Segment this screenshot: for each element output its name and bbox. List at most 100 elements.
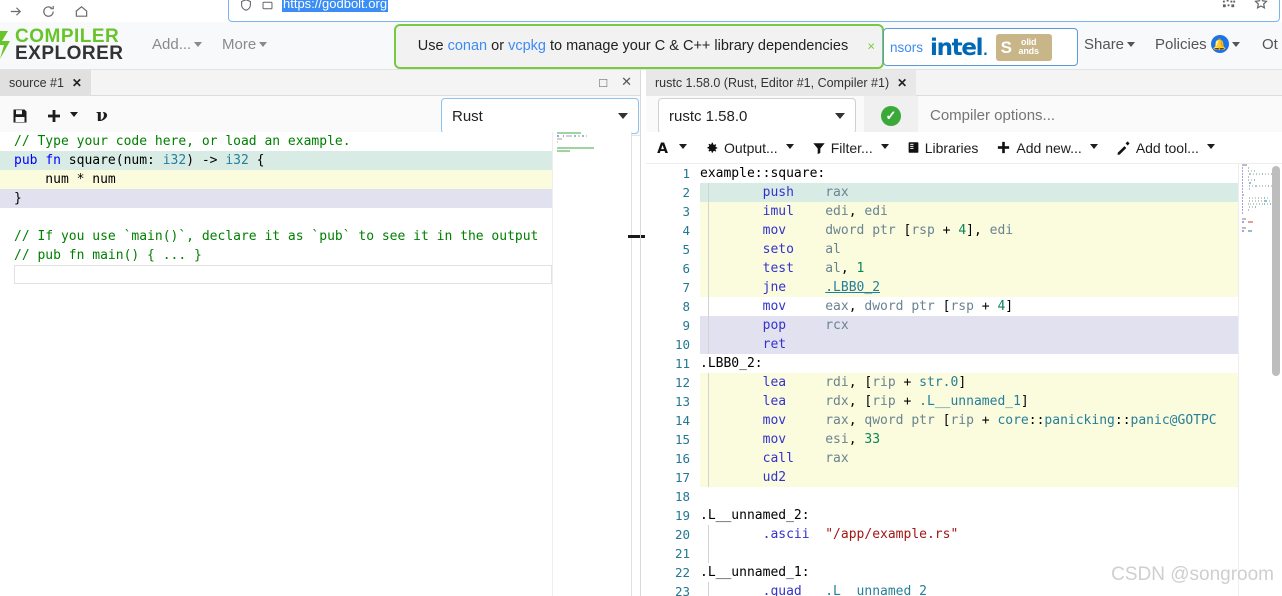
pane-splitter-handle[interactable] [628, 235, 645, 238]
indent-guide [708, 183, 709, 202]
assembly-line[interactable]: 10 ret [646, 335, 1238, 354]
font-size-button[interactable]: A [654, 140, 687, 156]
indent-guide [708, 202, 709, 221]
assembly-line[interactable]: 17 ud2 [646, 468, 1238, 487]
vim-mode-icon[interactable]: ν [96, 106, 108, 126]
assembly-line[interactable]: 6 test al, 1 [646, 259, 1238, 278]
compiler-select[interactable]: rustc 1.58.0 [658, 98, 856, 134]
assembly-line[interactable]: 4 mov dword ptr [rsp + 4], edi [646, 221, 1238, 240]
add-source-button[interactable] [46, 108, 78, 124]
line-number: 13 [674, 394, 690, 409]
reader-view-icon[interactable] [261, 0, 274, 12]
plus-icon [996, 140, 1011, 155]
source-code-line[interactable]: } [0, 189, 552, 208]
minimap-line [557, 144, 632, 146]
bell-icon: 🔔 [1210, 35, 1229, 54]
assembly-line[interactable]: 16 call rax [646, 449, 1238, 468]
assembly-line[interactable]: 3 imul edi, edi [646, 202, 1238, 221]
conan-link[interactable]: conan [448, 38, 488, 54]
bookmark-star-icon[interactable] [1253, 0, 1269, 16]
source-tab[interactable]: source #1 ✕ [0, 70, 91, 96]
language-select[interactable]: Rust [441, 98, 639, 134]
line-number: 9 [682, 318, 690, 333]
solid-sands-logo[interactable]: S olid ands [995, 33, 1052, 61]
close-icon[interactable]: ✕ [621, 74, 632, 90]
assembly-line-content [700, 487, 1238, 506]
indent-guide [708, 449, 709, 468]
assembly-output[interactable]: 1 example::square: 2 push rax 3 imul edi, e… [646, 164, 1238, 596]
source-code-line[interactable]: num * num [0, 170, 552, 189]
library-banner: Use conan or vcpkg to manage your C & C+… [394, 24, 884, 69]
banner-suffix: to manage your C & C++ library dependenc… [545, 37, 849, 54]
vcpkg-link[interactable]: vcpkg [508, 38, 546, 54]
assembly-line[interactable]: 14 mov rax, qword ptr [rip + core::panic… [646, 411, 1238, 430]
intel-logo[interactable]: intel. [930, 34, 989, 61]
source-code-line[interactable]: // If you use `main()`, declare it as `p… [0, 227, 552, 246]
nav-add-menu[interactable]: Add... [152, 36, 203, 53]
source-code-line[interactable]: // Type your code here, or load an examp… [0, 132, 552, 151]
qr-icon[interactable] [1222, 0, 1237, 15]
assembly-line-content: imul edi, edi [700, 202, 1238, 221]
chevron-down-icon [1127, 41, 1136, 47]
line-number: 14 [674, 413, 690, 428]
libraries-button[interactable]: Libraries [907, 140, 978, 156]
assembly-line[interactable]: 15 mov esi, 33 [646, 430, 1238, 449]
assembly-line[interactable]: 7 jne .LBB0_2 [646, 278, 1238, 297]
source-code-line[interactable]: pub fn square(num: i32) -> i32 { [0, 151, 552, 170]
output-button[interactable]: Output... [705, 140, 794, 156]
line-number: 5 [682, 242, 690, 257]
filter-button[interactable]: Filter... [812, 140, 889, 156]
add-tool-button[interactable]: Add tool... [1116, 140, 1215, 156]
line-number: 19 [674, 508, 690, 523]
source-tab-close-icon[interactable]: ✕ [72, 76, 82, 90]
source-empty-line[interactable] [14, 265, 552, 284]
language-select-value: Rust [452, 107, 483, 125]
source-pane-tabbar: source #1 ✕ □ ✕ [0, 70, 640, 96]
assembly-line[interactable]: 9 pop rcx [646, 316, 1238, 335]
indent-guide [708, 582, 709, 596]
home-icon[interactable] [74, 4, 89, 19]
assembly-line[interactable]: 1 example::square: [646, 164, 1238, 183]
nav-more-menu[interactable]: More [222, 36, 268, 53]
assembly-line[interactable]: 23 .quad .L__unnamed_2 [646, 582, 1238, 596]
ce-logo[interactable]: COMPILER EXPLORER [0, 22, 124, 70]
assembly-line[interactable]: 2 push rax [646, 183, 1238, 202]
assembly-line-content: lea rdx, [rip + .L__unnamed_1] [700, 392, 1238, 411]
assembly-line[interactable]: 12 lea rdi, [rip + str.0] [646, 373, 1238, 392]
reload-icon[interactable] [41, 4, 56, 19]
assembly-line-content: .L__unnamed_1: [700, 565, 810, 580]
assembly-line[interactable]: 21 [646, 544, 1238, 563]
save-icon[interactable] [12, 108, 28, 124]
source-code-line[interactable] [0, 208, 552, 227]
url-text[interactable]: https://godbolt.org [282, 0, 389, 12]
assembly-line[interactable]: 8 mov eax, dword ptr [rsp + 4] [646, 297, 1238, 316]
output-button-label: Output... [724, 139, 778, 156]
assembly-scrollbar-thumb[interactable] [1272, 166, 1280, 376]
source-code-editor[interactable]: // Type your code here, or load an examp… [0, 132, 552, 596]
assembly-line[interactable]: 18 [646, 487, 1238, 506]
assembly-scrollbar[interactable] [1270, 164, 1282, 596]
assembly-line-content: push rax [700, 183, 1238, 202]
assembly-line[interactable]: 20 .ascii "/app/example.rs" [646, 525, 1238, 544]
minimap-line [557, 132, 632, 134]
assembly-line[interactable]: 19 .L__unnamed_2: [646, 506, 1238, 525]
source-code-line[interactable]: // pub fn main() { ... } [0, 246, 552, 265]
maximize-icon[interactable]: □ [599, 75, 607, 90]
nav-other[interactable]: Ot [1262, 36, 1278, 53]
address-bar[interactable]: https://godbolt.org [228, 0, 1280, 22]
assembly-line[interactable]: 5 seto al [646, 240, 1238, 259]
nav-policies[interactable]: Policies 🔔 [1155, 35, 1240, 54]
source-minimap[interactable] [552, 132, 632, 596]
forward-icon[interactable] [8, 4, 23, 19]
indent-guide [708, 297, 709, 316]
banner-close-button[interactable]: × [867, 37, 875, 56]
nav-share[interactable]: Share [1084, 36, 1136, 53]
assembly-line[interactable]: 22 .L__unnamed_1: [646, 563, 1238, 582]
compiler-tab-close-icon[interactable]: ✕ [897, 76, 907, 90]
assembly-line[interactable]: 13 lea rdx, [rip + .L__unnamed_1] [646, 392, 1238, 411]
assembly-line[interactable]: 11 .LBB0_2: [646, 354, 1238, 373]
pane-divider[interactable] [640, 70, 641, 596]
compiler-options-input[interactable] [928, 106, 1258, 125]
add-new-button[interactable]: Add new... [996, 140, 1098, 156]
compiler-tab[interactable]: rustc 1.58.0 (Rust, Editor #1, Compiler … [646, 70, 917, 96]
